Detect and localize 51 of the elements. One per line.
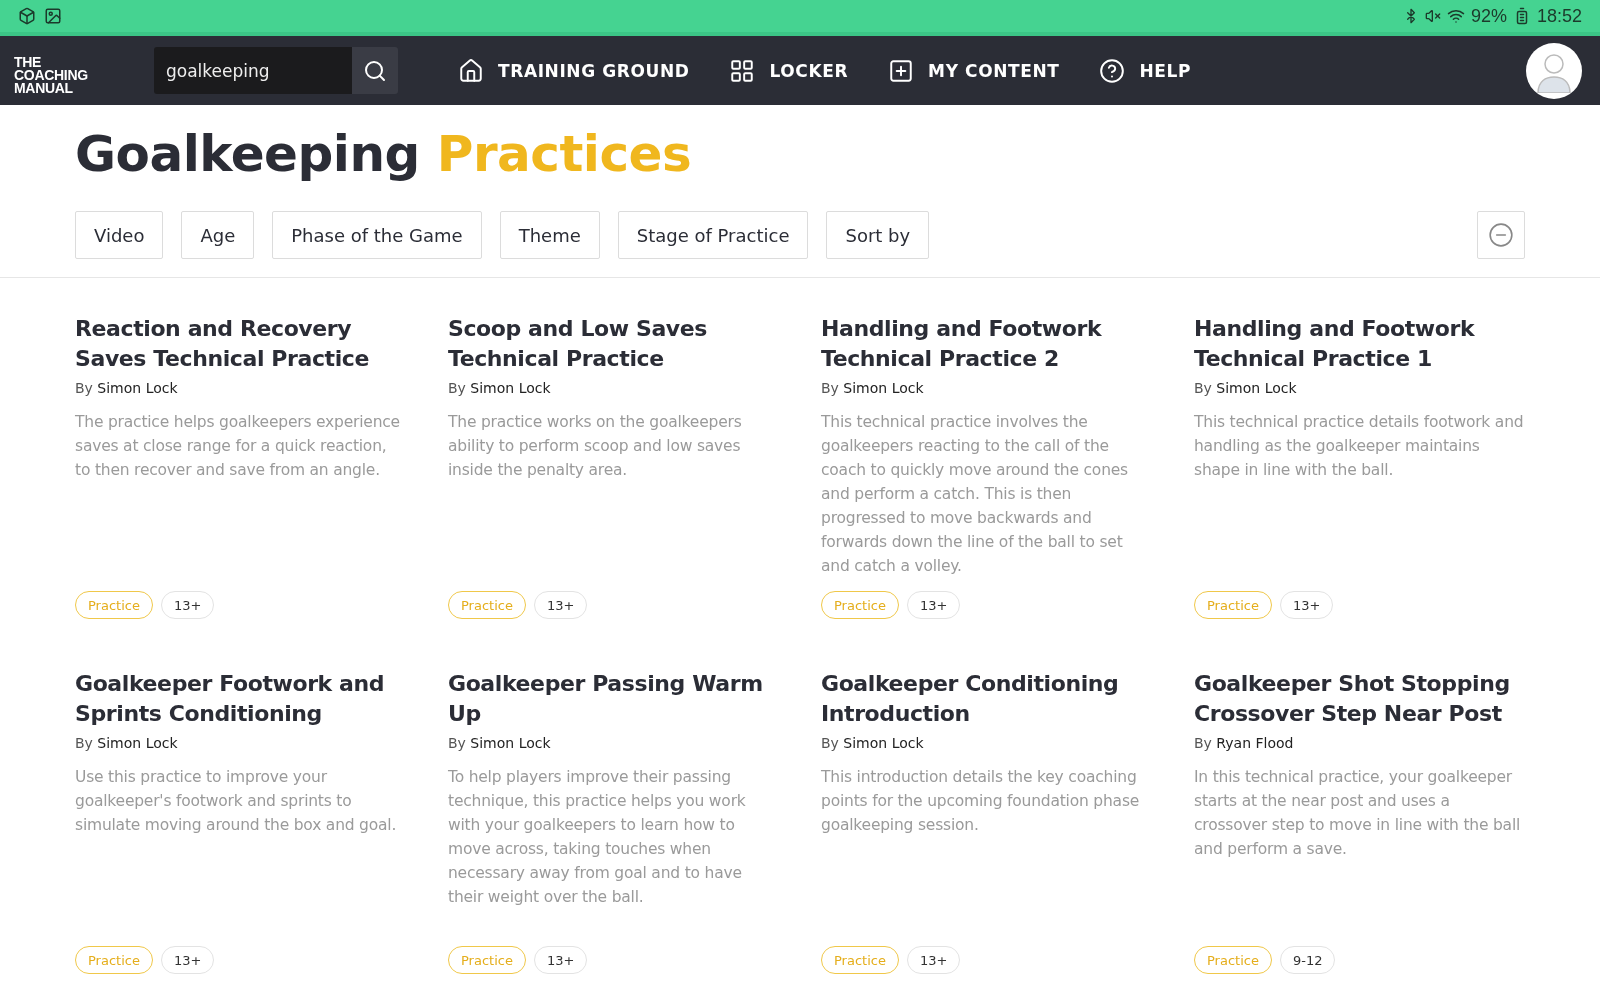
card-description: This introduction details the key coaching points for the upcoming foundation phase goalkeeping session. bbox=[821, 767, 1141, 836]
collapse-button[interactable] bbox=[1477, 211, 1525, 259]
minus-circle-icon bbox=[1488, 222, 1514, 248]
card-description: Use this practice to improve your goalkeeper's footwork and sprints to simulate moving around the box and goal. bbox=[75, 767, 398, 836]
nav-link[interactable]: HELP bbox=[1099, 57, 1191, 84]
card-title[interactable]: Handling and Footwork Technical Practice 1 bbox=[1194, 314, 1525, 374]
logo[interactable]: THE COACHING MANUAL bbox=[14, 46, 114, 95]
filter-button[interactable]: Age bbox=[181, 211, 255, 259]
search-icon bbox=[363, 58, 387, 83]
nav-link[interactable]: LOCKER bbox=[729, 57, 849, 84]
card-title[interactable]: Goalkeeper Conditioning Introduction bbox=[821, 669, 1152, 729]
card-title[interactable]: Reaction and Recovery Saves Technical Practice bbox=[75, 314, 406, 374]
filter-button[interactable]: Stage of Practice bbox=[617, 211, 809, 259]
author-byline: By Simon Lock bbox=[448, 735, 552, 751]
filter-button[interactable]: Video bbox=[75, 211, 164, 259]
author-byline: By Simon Lock bbox=[821, 735, 925, 751]
card-description: In this technical practice, your goalkeeper starts at the near post and uses a crossover step to move in line with the ball and perform a save. bbox=[1194, 767, 1522, 860]
card-title[interactable]: Goalkeeper Passing Warm Up bbox=[448, 669, 779, 729]
search-field[interactable]: goalkeeping bbox=[154, 47, 352, 94]
author-byline: By Simon Lock bbox=[1194, 380, 1298, 396]
card-title[interactable]: Goalkeeper Footwork and Sprints Conditioning bbox=[75, 669, 406, 729]
filter-button[interactable]: Sort by bbox=[826, 211, 930, 259]
filter-button[interactable]: Theme bbox=[499, 211, 600, 259]
author-byline: By Ryan Flood bbox=[1194, 735, 1295, 751]
wifi-icon bbox=[1446, 7, 1465, 25]
grid-icon bbox=[729, 57, 756, 84]
search-button[interactable] bbox=[352, 47, 398, 94]
help-icon bbox=[1099, 57, 1126, 84]
card-title[interactable]: Goalkeeper Shot Stopping Crossover Step Near Post bbox=[1194, 669, 1525, 729]
author-byline: By Simon Lock bbox=[821, 380, 925, 396]
image-icon bbox=[44, 7, 62, 25]
battery-percent: 92% bbox=[1470, 5, 1507, 27]
mute-icon bbox=[1424, 8, 1441, 24]
card-title[interactable]: Scoop and Low Saves Technical Practice bbox=[448, 314, 779, 374]
page-title: Goalkeeping Practices bbox=[75, 125, 693, 183]
nav-link[interactable]: MY CONTENT bbox=[888, 57, 1060, 84]
card-description: To help players improve their passing technique, this practice helps you work with your goalkeepers to learn how to move across, taking touches when necessary away from goal and to have their weight over the ball. bbox=[448, 767, 747, 908]
clock-time: 18:52 bbox=[1536, 5, 1582, 27]
card-description: The practice works on the goalkeepers ability to perform scoop and low saves inside the penalty area. bbox=[448, 412, 743, 481]
author-byline: By Simon Lock bbox=[75, 735, 179, 751]
filter-button[interactable]: Phase of the Game bbox=[272, 211, 482, 259]
box-icon bbox=[18, 7, 36, 25]
home-icon bbox=[458, 57, 484, 84]
plus-square-icon bbox=[888, 57, 915, 84]
author-byline: By Simon Lock bbox=[448, 380, 552, 396]
nav-link[interactable]: TRAINING GROUND bbox=[458, 57, 690, 84]
card-description: The practice helps goalkeepers experience saves at close range for a quick reaction, to then recover and save from an angle. bbox=[75, 412, 401, 481]
card-title[interactable]: Handling and Footwork Technical Practice 2 bbox=[821, 314, 1152, 374]
card-description: This technical practice details footwork and handling as the goalkeeper maintains shape in line with the ball. bbox=[1194, 412, 1525, 481]
author-byline: By Simon Lock bbox=[75, 380, 179, 396]
card-description: This technical practice involves the goalkeepers reacting to the call of the coach to quickly move around the cones and perform a catch. This is then progressed to move backwards and forwards down the line of the ball to set and catch a volley. bbox=[821, 412, 1129, 577]
